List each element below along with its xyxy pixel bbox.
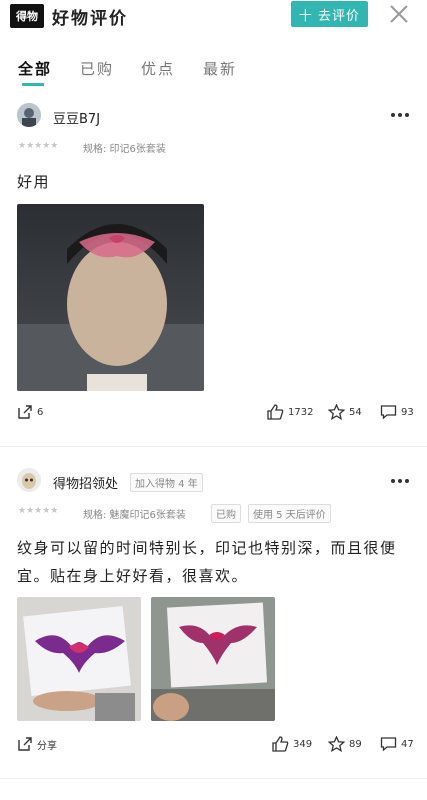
share-button[interactable]: 分享 [17,736,57,752]
close-icon[interactable] [388,3,410,25]
comment-icon [380,405,397,420]
spec-label: 规格: 魅魔印记6张套装 [83,510,186,521]
write-review-button[interactable]: 十 去评价 [291,1,368,27]
rating-stars: ★★★★★ [18,506,59,516]
share-icon [18,737,32,751]
divider [0,446,427,447]
tab-purchased[interactable]: 已购 [80,58,114,79]
star-icon [328,404,345,420]
like-count: 349 [293,738,313,750]
share-button[interactable]: 6 [17,404,43,420]
purchased-badge: 已购 [211,504,241,523]
comment-button[interactable]: 93 [380,404,414,420]
thumbs-up-icon [267,404,284,420]
username[interactable]: 豆豆B7J [53,108,100,127]
more-options-icon[interactable] [390,112,410,118]
filter-tabs: 全部 已购 优点 最新 [0,52,427,92]
tab-pros[interactable]: 优点 [141,58,175,79]
active-tab-indicator [22,83,44,86]
divider [0,778,427,779]
star-button[interactable]: 89 [328,736,362,752]
avatar[interactable] [17,103,41,127]
share-count: 6 [37,406,44,418]
tab-all[interactable]: 全部 [18,58,52,79]
header-bar: 得物 好物评价 十 去评价 [0,0,427,34]
comment-icon [380,737,397,752]
tab-latest[interactable]: 最新 [203,58,237,79]
more-options-icon[interactable] [390,478,410,484]
rating-stars: ★★★★★ [18,141,59,151]
review-photo[interactable] [17,204,204,391]
app-logo: 得物 [10,4,44,28]
username[interactable]: 得物招领处 [53,473,118,492]
review-photo[interactable] [151,597,275,721]
review-text: 纹身可以留的时间特别长，印记也特别深，而且很便宜。贴在身上好好看，很喜欢。 [17,539,397,585]
usage-badge: 使用 5 天后评价 [248,504,331,523]
avatar[interactable] [17,468,41,492]
membership-badge: 加入得物 4 年 [130,473,203,492]
page-title: 好物评价 [52,9,128,29]
like-button[interactable]: 349 [272,736,312,752]
star-icon [328,736,345,752]
review-photo[interactable] [17,597,141,721]
share-label: 分享 [37,740,57,752]
comment-button[interactable]: 47 [380,736,414,752]
spec-label: 规格: 印记6张套装 [83,144,166,155]
review-actions: 6 1732 54 93 [0,404,427,426]
star-count: 89 [349,738,362,750]
thumbs-up-icon [272,736,289,752]
share-icon [18,405,32,419]
star-count: 54 [349,406,362,418]
review-text: 好用 [17,173,51,191]
like-button[interactable]: 1732 [267,404,313,420]
star-button[interactable]: 54 [328,404,362,420]
comment-count: 47 [401,738,414,750]
comment-count: 93 [401,406,414,418]
review-actions: 分享 349 89 47 [0,736,427,758]
like-count: 1732 [288,406,314,418]
